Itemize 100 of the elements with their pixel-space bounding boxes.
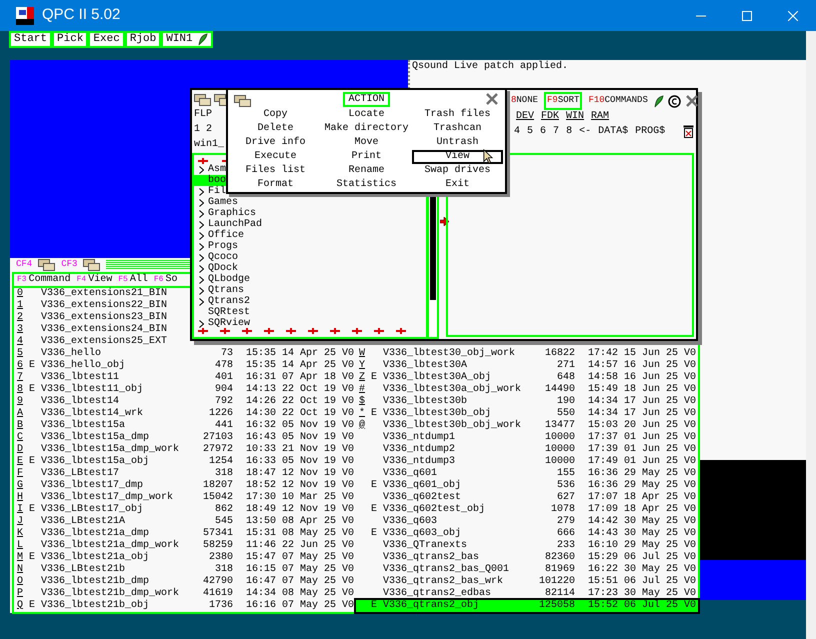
- trash-icon[interactable]: [683, 125, 694, 138]
- file-key[interactable]: @: [359, 420, 371, 432]
- file-key[interactable]: D: [17, 444, 29, 456]
- chevron-icon[interactable]: [198, 242, 204, 250]
- tree-label[interactable]: Office: [208, 230, 244, 241]
- menu-item[interactable]: Format: [230, 178, 321, 192]
- chevron-icon[interactable]: [198, 188, 204, 196]
- tree-label[interactable]: LaunchPad: [208, 219, 262, 230]
- file-key[interactable]: H: [17, 492, 29, 504]
- file-key[interactable]: Z: [359, 372, 371, 384]
- chevron-icon[interactable]: [198, 320, 204, 328]
- file-key[interactable]: 3: [17, 324, 29, 336]
- menu-item[interactable]: Rename: [321, 164, 412, 178]
- file-key[interactable]: F: [17, 468, 29, 480]
- windows-icon[interactable]: [234, 95, 251, 107]
- file-key[interactable]: $: [359, 396, 371, 408]
- shortcut-button[interactable]: PROG$: [635, 124, 666, 139]
- menu-item[interactable]: Copy: [230, 108, 321, 122]
- file-key[interactable]: 5: [17, 348, 29, 360]
- feather-icon[interactable]: [654, 94, 664, 108]
- arrow-icon[interactable]: [440, 217, 449, 226]
- function-key-button[interactable]: F6 So: [154, 272, 178, 287]
- file-key[interactable]: 6: [17, 360, 29, 372]
- file-key[interactable]: Y: [359, 360, 371, 372]
- file-key[interactable]: *: [359, 408, 371, 420]
- chevron-icon[interactable]: [198, 254, 204, 262]
- function-key-button[interactable]: F4 View: [76, 272, 112, 287]
- device-button[interactable]: RAM: [591, 109, 610, 124]
- function-key-button[interactable]: F5 All: [118, 272, 148, 287]
- chevron-icon[interactable]: [198, 264, 204, 272]
- tree-label[interactable]: Qcoco: [208, 252, 238, 263]
- file-key[interactable]: 2: [17, 312, 29, 324]
- file-key[interactable]: Q: [17, 600, 29, 612]
- shortcut-button[interactable]: 6: [540, 124, 546, 139]
- tree-label[interactable]: QLbodge: [208, 274, 250, 285]
- file-key[interactable]: C: [17, 432, 29, 444]
- toolbar-button[interactable]: WIN1: [161, 31, 213, 48]
- function-key-button[interactable]: F10COMMANDS: [585, 92, 651, 110]
- menu-item[interactable]: Make directory: [321, 122, 412, 136]
- chevron-icon[interactable]: [198, 198, 204, 206]
- file-key[interactable]: G: [17, 480, 29, 492]
- file-key[interactable]: M: [17, 552, 29, 564]
- device-button[interactable]: FDK: [541, 109, 560, 124]
- device-button[interactable]: DEV: [516, 109, 534, 124]
- chevron-icon[interactable]: [198, 286, 204, 294]
- function-key-button[interactable]: F9SORT: [544, 92, 582, 110]
- menu-item[interactable]: Move: [321, 136, 412, 150]
- menu-item[interactable]: Execute: [230, 150, 321, 164]
- menu-item[interactable]: Exit: [412, 178, 503, 192]
- shortcut-button[interactable]: 8: [566, 124, 572, 139]
- feather-icon[interactable]: [198, 33, 208, 46]
- windows-icon[interactable]: [38, 258, 56, 271]
- shortcut-button[interactable]: 7: [553, 124, 560, 139]
- menu-item[interactable]: Statistics: [321, 178, 412, 192]
- windows-icon[interactable]: [83, 258, 100, 271]
- file-key[interactable]: 1: [17, 300, 29, 312]
- tree-label[interactable]: Asm: [208, 164, 226, 175]
- tree-label[interactable]: Graphics: [208, 208, 256, 219]
- tree-label[interactable]: QDock: [208, 263, 238, 274]
- tree-label[interactable]: Qtrans: [208, 285, 244, 296]
- shortcut-button[interactable]: 5: [527, 124, 534, 139]
- toolbar-button[interactable]: Exec: [88, 31, 125, 48]
- chevron-icon[interactable]: [198, 210, 204, 218]
- menu-item[interactable]: Print: [321, 150, 412, 164]
- menu-item[interactable]: Trash files: [412, 108, 503, 122]
- file-key[interactable]: 0: [17, 288, 29, 300]
- tree-label[interactable]: Games: [208, 197, 238, 208]
- file-key[interactable]: B: [17, 420, 29, 432]
- file-key[interactable]: K: [17, 528, 29, 540]
- file-key[interactable]: #: [359, 384, 371, 396]
- menu-item[interactable]: View: [412, 150, 503, 164]
- toolbar-button[interactable]: Start: [9, 31, 52, 48]
- file-key[interactable]: A: [17, 408, 29, 420]
- menu-item[interactable]: Locate: [321, 108, 412, 122]
- menu-item[interactable]: Trashcan: [412, 122, 503, 136]
- shortcut-button[interactable]: 4: [514, 124, 520, 139]
- device-button[interactable]: WIN: [566, 109, 584, 124]
- file-key[interactable]: O: [17, 576, 29, 588]
- chevron-icon[interactable]: [198, 232, 204, 240]
- file-key[interactable]: 9: [17, 396, 29, 408]
- tree-label[interactable]: Fil: [208, 186, 226, 197]
- chevron-icon[interactable]: [198, 220, 204, 228]
- file-key[interactable]: P: [17, 588, 29, 600]
- file-key[interactable]: E: [17, 456, 29, 468]
- menu-item[interactable]: Untrash: [412, 136, 503, 150]
- function-key-button[interactable]: 8NONE: [508, 92, 542, 110]
- file-key[interactable]: J: [17, 516, 29, 528]
- tree-label[interactable]: Progs: [208, 241, 238, 252]
- windows-icon[interactable]: [194, 94, 211, 106]
- close-icon[interactable]: [684, 94, 699, 108]
- menu-item[interactable]: Delete: [230, 122, 321, 136]
- toolbar-button[interactable]: Pick: [52, 31, 88, 48]
- menu-item[interactable]: Files list: [230, 164, 321, 178]
- file-key[interactable]: 8: [17, 384, 29, 396]
- shortcut-button[interactable]: DATA$: [598, 124, 628, 139]
- menu-item[interactable]: Drive info: [230, 136, 321, 150]
- file-key[interactable]: L: [17, 540, 29, 552]
- tree-label[interactable]: Qtrans2: [208, 296, 250, 307]
- toolbar-button[interactable]: Rjob: [124, 31, 162, 48]
- menu-item[interactable]: Swap drives: [412, 164, 503, 178]
